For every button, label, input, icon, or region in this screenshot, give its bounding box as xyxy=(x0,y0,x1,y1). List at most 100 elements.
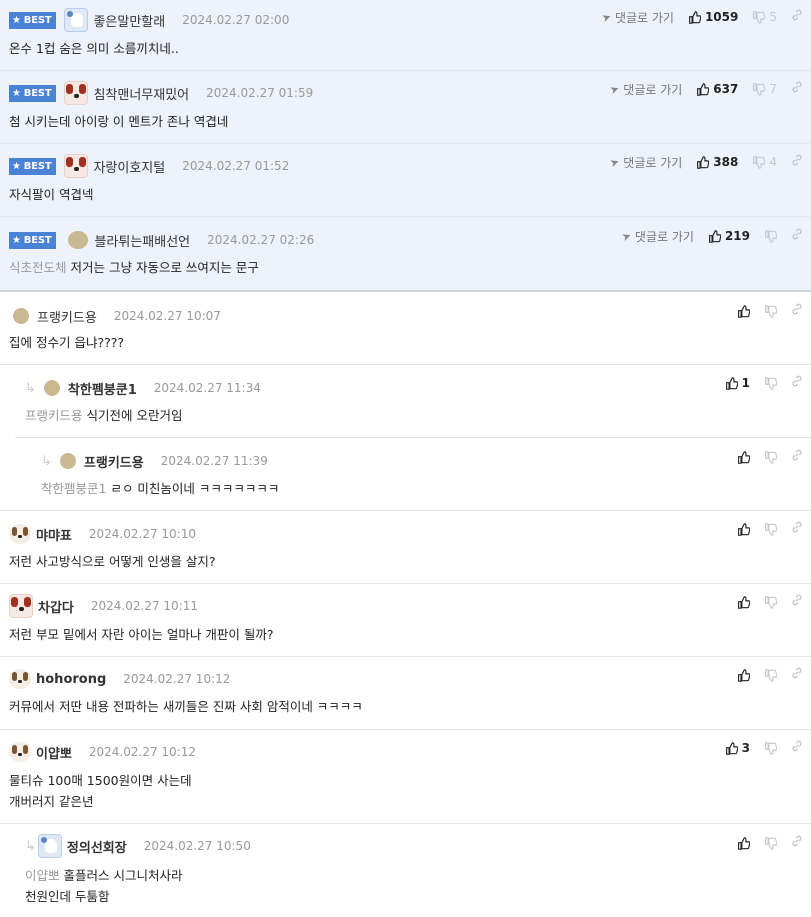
author-nickname[interactable]: 프랭키드용 xyxy=(84,452,144,471)
downvote-count: 4 xyxy=(769,155,777,169)
author-nickname[interactable]: 먀먀표 xyxy=(36,525,72,544)
thumbs-up-icon xyxy=(697,155,710,169)
upvote-button[interactable]: 3 xyxy=(725,741,750,755)
author-nickname[interactable]: 자랑이호지털 xyxy=(93,157,165,176)
goto-comment-link[interactable]: ➤ 댓글로 가기 xyxy=(608,81,682,98)
avatar[interactable] xyxy=(9,524,31,544)
upvote-button[interactable] xyxy=(737,668,750,682)
avatar[interactable] xyxy=(64,8,89,32)
comment-body: 저런 부모 밑에서 자란 아이는 얼마나 개판이 될까? xyxy=(9,627,274,642)
comment-body: 집에 정수기 읍냐???? xyxy=(9,335,124,350)
best-comment: ★ BEST 좋은말만할래 2024.02.27 02:00 온수 1컵 숨은 의… xyxy=(0,0,811,71)
comment-body: 이얍뽀 홀플러스 시그니처사라 천원인데 두툼함 xyxy=(25,868,183,904)
goto-comment-link[interactable]: ➤ 댓글로 가기 xyxy=(619,228,694,245)
thumbs-up-icon xyxy=(738,304,750,318)
downvote-button[interactable] xyxy=(764,522,777,536)
upvote-button[interactable]: 637 xyxy=(696,82,738,96)
link-icon[interactable] xyxy=(791,449,803,465)
downvote-button[interactable] xyxy=(764,450,777,464)
avatar[interactable] xyxy=(43,380,60,396)
thumbs-up-icon xyxy=(697,82,710,96)
link-icon[interactable] xyxy=(791,521,803,537)
comment-date: 2024.02.27 10:07 xyxy=(113,309,221,323)
upvote-button[interactable] xyxy=(737,450,750,464)
link-icon[interactable] xyxy=(791,303,803,319)
upvote-button[interactable] xyxy=(737,522,750,536)
avatar[interactable] xyxy=(9,742,31,762)
author-nickname[interactable]: 프랭키드용 xyxy=(37,307,97,326)
author-nickname[interactable]: 블라튀는패배선언 xyxy=(94,231,190,250)
best-badge: ★ BEST xyxy=(9,84,57,102)
mention[interactable]: 식초전도체 xyxy=(9,260,67,275)
mention[interactable]: 착한펨붕쿤1 xyxy=(41,481,106,496)
goto-comment-link[interactable]: ➤ 댓글로 가기 xyxy=(608,154,682,171)
upvote-button[interactable]: 1 xyxy=(725,376,750,390)
goto-comment-link[interactable]: ➤ 댓글로 가기 xyxy=(599,9,674,26)
link-icon[interactable] xyxy=(791,375,803,391)
author-nickname[interactable]: 침착맨너무재밌어 xyxy=(93,84,189,103)
link-icon[interactable] xyxy=(791,667,803,683)
thumbs-down-icon xyxy=(765,450,777,464)
reply-arrow-icon: ↳ xyxy=(25,838,36,854)
link-icon[interactable] xyxy=(791,154,803,170)
downvote-button[interactable] xyxy=(764,741,777,755)
upvote-count: 637 xyxy=(713,82,739,96)
downvote-button[interactable]: 7 xyxy=(752,82,777,96)
comment-body: 프랭키드용 식기전에 오란거임 xyxy=(25,408,183,423)
best-comment: ★ BEST 침착맨너무재밌어 2024.02.27 01:59 첨 시키는데 아… xyxy=(0,71,811,144)
downvote-button[interactable] xyxy=(764,836,777,850)
avatar[interactable] xyxy=(9,594,33,618)
downvote-count: 5 xyxy=(769,10,777,24)
send-icon: ➤ xyxy=(599,9,613,25)
downvote-button[interactable]: 4 xyxy=(752,155,777,169)
send-icon: ➤ xyxy=(619,228,633,244)
author-nickname[interactable]: 이얍뽀 xyxy=(36,743,72,762)
link-icon[interactable] xyxy=(791,740,803,756)
star-icon: ★ xyxy=(12,14,21,26)
comment-date: 2024.02.27 10:12 xyxy=(123,672,231,686)
reply-comment: ↳ 정의선회장 2024.02.27 10:50 이얍뽀 홀플러스 시그니처사라 … xyxy=(0,824,811,917)
comment-date: 2024.02.27 11:34 xyxy=(153,381,261,395)
comment-body: 첨 시키는데 아이랑 이 멘트가 존나 역겹네 xyxy=(9,114,229,129)
upvote-button[interactable]: 219 xyxy=(708,229,750,243)
author-nickname[interactable]: 좋은말만할래 xyxy=(93,11,165,30)
thumbs-up-icon xyxy=(738,522,750,536)
avatar[interactable] xyxy=(37,834,62,858)
thumbs-up-icon xyxy=(738,836,750,850)
upvote-button[interactable] xyxy=(737,304,750,318)
thumbs-down-icon xyxy=(753,155,766,169)
author-nickname[interactable]: 착한펨붕쿤1 xyxy=(68,379,137,398)
link-icon[interactable] xyxy=(791,228,803,244)
avatar[interactable] xyxy=(9,669,31,689)
thumbs-down-icon xyxy=(765,304,777,318)
upvote-button[interactable]: 388 xyxy=(696,155,738,169)
avatar[interactable] xyxy=(64,81,89,105)
downvote-button[interactable] xyxy=(764,229,777,243)
reply-arrow-icon: ↳ xyxy=(25,380,36,396)
downvote-button[interactable] xyxy=(764,595,777,609)
avatar[interactable] xyxy=(59,453,76,469)
upvote-button[interactable] xyxy=(737,836,750,850)
avatar[interactable] xyxy=(68,231,89,249)
downvote-button[interactable]: 5 xyxy=(752,10,777,24)
thumbs-down-icon xyxy=(765,595,777,609)
downvote-button[interactable] xyxy=(764,376,777,390)
comment-date: 2024.02.27 01:52 xyxy=(182,159,290,173)
comment: 이얍뽀 2024.02.27 10:12 물티슈 100매 1500원이면 사는… xyxy=(0,730,811,824)
mention[interactable]: 프랭키드용 xyxy=(25,408,83,423)
avatar[interactable] xyxy=(13,308,29,324)
mention[interactable]: 이얍뽀 xyxy=(25,868,60,883)
downvote-button[interactable] xyxy=(764,668,777,682)
upvote-button[interactable]: 1059 xyxy=(688,10,738,24)
downvote-button[interactable] xyxy=(764,304,777,318)
link-icon[interactable] xyxy=(791,9,803,25)
author-nickname[interactable]: 정의선회장 xyxy=(67,837,127,856)
link-icon[interactable] xyxy=(791,81,803,97)
author-nickname[interactable]: hohorong xyxy=(36,672,106,687)
avatar[interactable] xyxy=(64,154,89,178)
upvote-button[interactable] xyxy=(737,595,750,609)
link-icon[interactable] xyxy=(791,594,803,610)
author-nickname[interactable]: 차갑다 xyxy=(38,597,74,616)
comment-date: 2024.02.27 01:59 xyxy=(206,86,314,100)
link-icon[interactable] xyxy=(791,835,803,851)
